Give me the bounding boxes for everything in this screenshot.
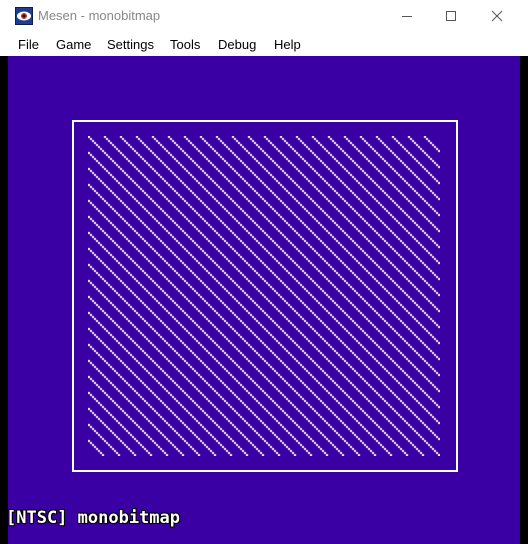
maximize-icon <box>446 11 456 21</box>
menu-debug[interactable]: Debug <box>218 38 256 52</box>
emulator-viewport[interactable]: [NTSC] monobitmap <box>0 56 528 544</box>
menu-help[interactable]: Help <box>274 38 301 52</box>
close-icon <box>491 10 503 22</box>
menu-tools[interactable]: Tools <box>170 38 200 52</box>
menu-settings[interactable]: Settings <box>107 38 154 52</box>
close-button[interactable] <box>474 0 520 32</box>
minimize-icon <box>402 16 412 17</box>
window-title: Mesen - monobitmap <box>38 8 161 23</box>
game-screen <box>8 56 520 544</box>
osd-status-text: [NTSC] monobitmap <box>6 508 180 528</box>
title-bar: Mesen - monobitmap <box>0 0 528 32</box>
diagonal-line-bitmap <box>88 136 440 456</box>
menu-game[interactable]: Game <box>56 38 91 52</box>
minimize-button[interactable] <box>384 0 430 32</box>
maximize-button[interactable] <box>428 0 474 32</box>
menu-file[interactable]: File <box>18 38 39 52</box>
mesen-app-icon <box>15 7 33 25</box>
menu-bar: File Game Settings Tools Debug Help <box>0 32 528 56</box>
